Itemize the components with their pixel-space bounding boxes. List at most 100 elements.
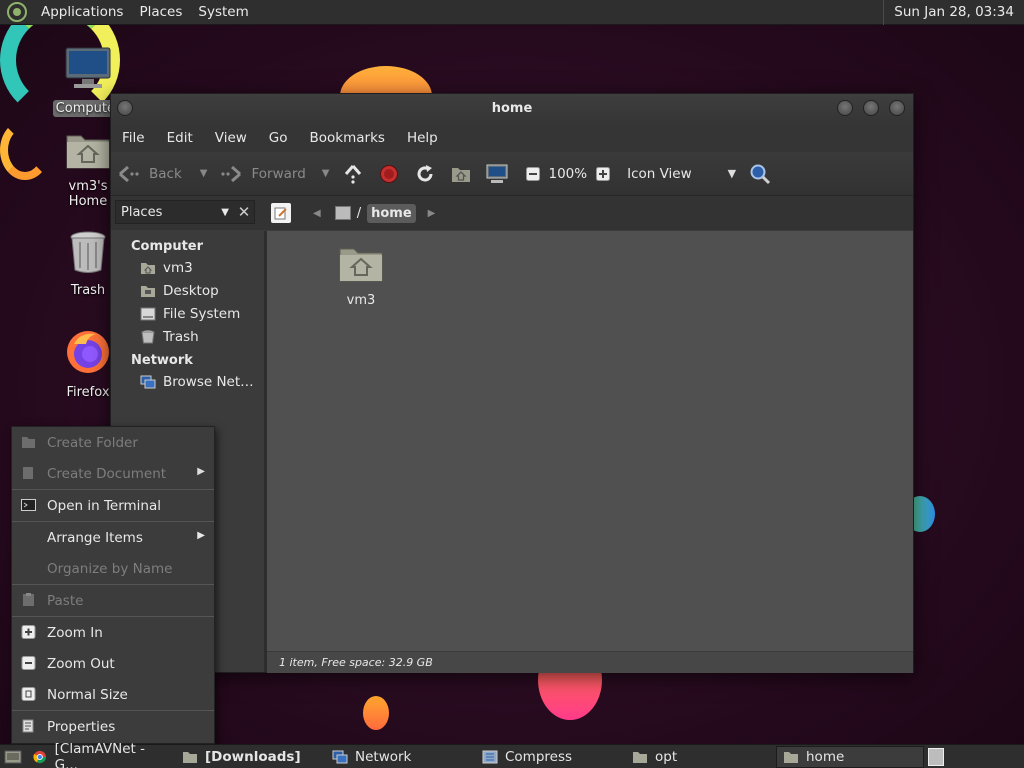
context-menu: Create Folder Create Document ▶ Open in …: [11, 426, 215, 744]
sidebar-item-filesystem[interactable]: File System: [111, 303, 264, 326]
menu-view[interactable]: View: [204, 130, 258, 146]
file-item[interactable]: vm3: [323, 243, 399, 308]
show-desktop-icon: [4, 750, 22, 763]
chevron-down-icon: ▼: [727, 167, 737, 180]
path-scroll-right-icon[interactable]: ▶: [428, 208, 436, 219]
sidebar-item-label: vm3: [163, 260, 193, 276]
reload-button[interactable]: [407, 152, 443, 196]
edit-location-icon[interactable]: [271, 203, 291, 223]
menu-item-properties[interactable]: Properties: [12, 711, 214, 742]
normal-size-icon: [21, 687, 36, 701]
computer-icon: [48, 46, 128, 96]
forward-arrow-icon: [219, 162, 243, 186]
file-item-label: vm3: [346, 293, 376, 308]
menu-item-zoom-in[interactable]: Zoom In: [12, 617, 214, 648]
zoom-out-icon[interactable]: [521, 162, 545, 186]
menu-item-normal-size[interactable]: Normal Size: [12, 679, 214, 710]
file-view[interactable]: vm3: [267, 231, 913, 651]
back-label: Back: [149, 165, 182, 182]
path-scroll-left-icon[interactable]: ◀: [313, 208, 321, 219]
computer-icon: [485, 162, 509, 186]
task-label: [Downloads]: [205, 748, 301, 765]
back-button[interactable]: Back ▼: [111, 152, 213, 196]
menu-item-label: Paste: [47, 592, 84, 609]
sidebar-item-vm3[interactable]: vm3: [111, 257, 264, 280]
window-titlebar[interactable]: home: [111, 94, 913, 124]
workspace-switcher[interactable]: [924, 746, 948, 768]
task-label: [ClamAVNet - G...: [54, 740, 145, 768]
menu-edit[interactable]: Edit: [156, 130, 204, 146]
distro-logo-icon[interactable]: [7, 2, 27, 22]
chevron-down-icon[interactable]: ▼: [200, 168, 208, 179]
zoom-controls: 100%: [515, 152, 621, 196]
sidebar-item-label: Desktop: [163, 283, 219, 299]
menu-item-open-terminal[interactable]: Open in Terminal: [12, 490, 214, 521]
properties-icon: [22, 719, 34, 733]
menu-item-arrange-items[interactable]: Arrange Items ▶: [12, 522, 214, 553]
zoom-in-icon[interactable]: [591, 162, 615, 186]
menu-item-create-folder[interactable]: Create Folder: [12, 427, 214, 458]
menu-item-label: Zoom In: [47, 624, 103, 641]
file-manager-window: home File Edit View Go Bookmarks Help Ba…: [110, 93, 914, 673]
reload-icon: [413, 162, 437, 186]
clock[interactable]: Sun Jan 28, 03:34: [883, 0, 1024, 25]
back-arrow-icon: [117, 162, 141, 186]
path-bar: ◀ / home ▶: [271, 201, 435, 225]
window-menu-button[interactable]: [117, 100, 133, 116]
network-icon: [332, 750, 348, 763]
minimize-button[interactable]: [837, 100, 853, 116]
zoom-in-icon: [21, 625, 36, 639]
workspace-1-icon[interactable]: [928, 747, 944, 766]
document-icon: [23, 467, 33, 479]
path-button-home[interactable]: home: [367, 203, 416, 223]
zoom-level: 100%: [548, 165, 588, 182]
task-compress[interactable]: Compress: [476, 746, 626, 768]
submenu-arrow-icon: ▶: [197, 530, 205, 541]
sidebar-close-button[interactable]: ✕: [233, 200, 255, 224]
archive-icon: [482, 750, 498, 763]
computer-button[interactable]: [479, 152, 515, 196]
menu-item-label: Create Folder: [47, 434, 138, 451]
system-menu[interactable]: System: [190, 4, 256, 20]
folder-icon: [633, 751, 647, 763]
search-button[interactable]: [742, 152, 778, 196]
view-mode-select[interactable]: Icon View ▼: [621, 152, 742, 196]
menu-file[interactable]: File: [111, 130, 156, 146]
drive-icon: [140, 307, 156, 321]
menu-item-create-document[interactable]: Create Document ▶: [12, 458, 214, 489]
menu-item-zoom-out[interactable]: Zoom Out: [12, 648, 214, 679]
show-desktop-button[interactable]: [0, 746, 26, 768]
task-opt[interactable]: opt: [626, 746, 776, 768]
task-downloads[interactable]: [Downloads]: [176, 746, 326, 768]
chevron-down-icon[interactable]: ▼: [322, 168, 330, 179]
applications-menu[interactable]: Applications: [33, 4, 131, 20]
close-button[interactable]: [889, 100, 905, 116]
sidebar-item-desktop[interactable]: Desktop: [111, 280, 264, 303]
sidebar-item-browse-network[interactable]: Browse Net…: [111, 371, 264, 394]
stop-button[interactable]: [371, 152, 407, 196]
menu-go[interactable]: Go: [258, 130, 299, 146]
task-label: Network: [355, 748, 412, 765]
home-button[interactable]: [443, 152, 479, 196]
menu-item-label: Arrange Items: [47, 529, 143, 546]
filesystem-root-icon[interactable]: [334, 206, 351, 220]
paste-icon: [23, 593, 34, 606]
submenu-arrow-icon: ▶: [197, 466, 205, 477]
task-clamavnet[interactable]: [ClamAVNet - G...: [26, 741, 176, 768]
task-home[interactable]: home: [776, 745, 924, 768]
menu-item-organize-by-name[interactable]: Organize by Name: [12, 553, 214, 584]
home-folder-icon: [339, 248, 383, 282]
desktop-icon-label: Firefox: [66, 385, 110, 400]
places-menu[interactable]: Places: [131, 4, 190, 20]
menu-help[interactable]: Help: [396, 130, 449, 146]
home-folder-icon: [141, 263, 155, 274]
menu-item-paste[interactable]: Paste: [12, 585, 214, 616]
task-network[interactable]: Network: [326, 746, 476, 768]
maximize-button[interactable]: [863, 100, 879, 116]
sidebar-item-trash[interactable]: Trash: [111, 326, 264, 349]
toolbar: Back ▼ Forward ▼ 100% Icon View ▼: [111, 152, 913, 196]
forward-button[interactable]: Forward ▼: [213, 152, 335, 196]
menu-bookmarks[interactable]: Bookmarks: [299, 130, 396, 146]
up-button[interactable]: [335, 152, 371, 196]
desktop-folder-icon: [141, 286, 155, 297]
